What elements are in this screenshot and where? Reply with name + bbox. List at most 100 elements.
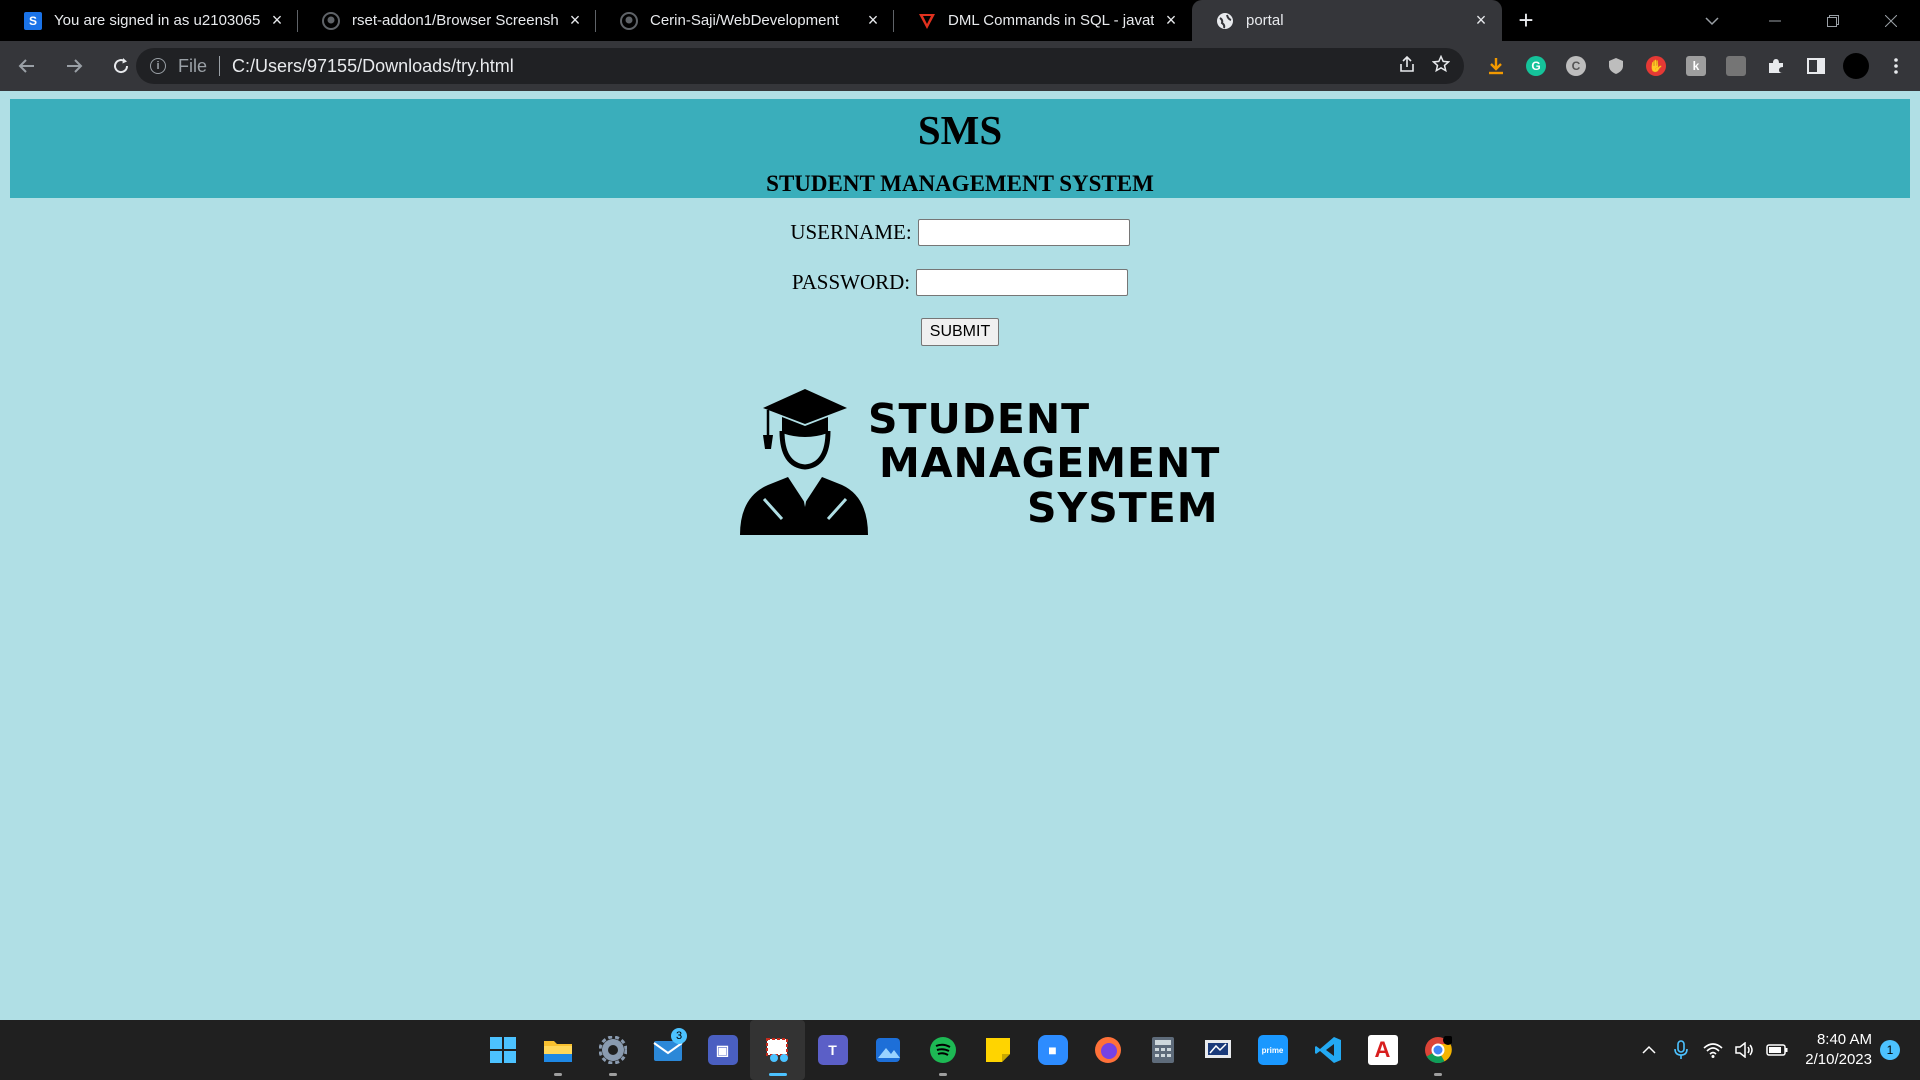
puzzle-extensions-icon[interactable] <box>1756 46 1796 86</box>
extensions-bar: G C ✋ k <box>1476 41 1916 91</box>
spotify-icon[interactable] <box>915 1020 970 1080</box>
github-icon <box>620 11 638 30</box>
sms-logo: STUDENT MANAGEMENT SYSTEM <box>738 387 1219 537</box>
username-row: USERNAME: <box>0 217 1920 247</box>
taskbar-clock[interactable]: 8:40 AM 2/10/2023 <box>1805 1030 1872 1070</box>
prime-video-icon[interactable]: prime <box>1245 1020 1300 1080</box>
sticky-notes-icon[interactable] <box>970 1020 1025 1080</box>
file-explorer-icon[interactable] <box>530 1020 585 1080</box>
running-indicator <box>608 1073 617 1076</box>
more-menu-icon[interactable] <box>1876 46 1916 86</box>
password-input[interactable] <box>916 268 1129 296</box>
store-icon[interactable]: ▣ <box>695 1020 750 1080</box>
firefox-icon[interactable] <box>1080 1020 1135 1080</box>
graduate-icon <box>740 389 868 535</box>
zoom-icon[interactable]: ■ <box>1025 1020 1080 1080</box>
settings-gear-icon[interactable] <box>585 1020 640 1080</box>
close-window-button[interactable] <box>1862 0 1920 41</box>
tab-search-chevron-icon[interactable] <box>1692 0 1732 41</box>
omnibox-divider <box>219 56 221 76</box>
tab-dml-commands[interactable]: DML Commands in SQL - javatpoint × <box>894 0 1192 41</box>
tab-title: Cerin-Saji/WebDevelopment <box>650 12 839 29</box>
tab-rset-addon[interactable]: rset-addon1/Browser Screenshot × <box>298 0 596 41</box>
system-tray: 8:40 AM 2/10/2023 1 <box>1633 1020 1920 1080</box>
close-icon[interactable]: × <box>1162 10 1180 30</box>
snipping-tool-icon[interactable] <box>750 1020 805 1080</box>
chrome-icon[interactable] <box>1410 1020 1465 1080</box>
vscode-icon[interactable] <box>1300 1020 1355 1080</box>
running-indicator <box>1433 1073 1442 1076</box>
close-icon[interactable]: × <box>566 10 584 30</box>
side-panel-icon[interactable] <box>1796 46 1836 86</box>
tab-title: DML Commands in SQL - javatpoint <box>948 12 1154 29</box>
shield-icon[interactable] <box>1596 46 1636 86</box>
acrobat-icon[interactable]: A <box>1355 1020 1410 1080</box>
logo-text-line2: MANAGEMENT <box>879 439 1221 487</box>
mail-icon[interactable]: 3 <box>640 1020 695 1080</box>
running-indicator <box>938 1073 947 1076</box>
submit-row: SUBMIT <box>0 317 1920 347</box>
back-arrow-icon[interactable] <box>7 46 47 86</box>
restore-button[interactable] <box>1804 0 1862 41</box>
share-icon[interactable] <box>1398 55 1416 78</box>
username-input[interactable] <box>917 218 1130 246</box>
grammarly-icon[interactable]: G <box>1516 46 1556 86</box>
password-row: PASSWORD: <box>0 267 1920 297</box>
new-tab-button[interactable]: + <box>1508 0 1544 41</box>
tab-portal[interactable]: portal × <box>1192 0 1502 41</box>
bookmark-star-icon[interactable] <box>1431 54 1451 78</box>
extension-gray-icon[interactable]: k <box>1676 46 1716 86</box>
download-icon[interactable] <box>1476 46 1516 86</box>
submit-button[interactable]: SUBMIT <box>920 318 1000 346</box>
notification-badge[interactable]: 1 <box>1880 1040 1900 1060</box>
reload-icon[interactable] <box>101 46 141 86</box>
logo-text-line3: SYSTEM <box>1027 484 1219 532</box>
microphone-icon[interactable] <box>1665 1034 1697 1066</box>
extension-circle-icon[interactable]: C <box>1556 46 1596 86</box>
username-label: USERNAME: <box>790 219 912 244</box>
remote-desktop-icon[interactable] <box>1190 1020 1245 1080</box>
prime-video-glyph: prime <box>1257 1035 1288 1065</box>
hand-stop-icon[interactable]: ✋ <box>1636 46 1676 86</box>
address-bar[interactable]: i File C:/Users/97155/Downloads/try.html <box>136 48 1464 84</box>
minimize-button[interactable] <box>1746 0 1804 41</box>
volume-icon[interactable] <box>1729 1034 1761 1066</box>
profile-avatar[interactable] <box>1836 46 1876 86</box>
browser-tabstrip: S You are signed in as u2103065 × rset-a… <box>0 0 1920 41</box>
wifi-icon[interactable] <box>1697 1034 1729 1066</box>
github-icon <box>322 11 340 30</box>
clock-date: 2/10/2023 <box>1805 1051 1872 1068</box>
start-button[interactable] <box>475 1020 530 1080</box>
javatpoint-icon <box>918 12 936 30</box>
url-text[interactable]: C:/Users/97155/Downloads/try.html <box>232 56 514 77</box>
info-icon[interactable]: i <box>150 58 166 74</box>
login-form: USERNAME: PASSWORD: SUBMIT <box>0 217 1920 367</box>
taskbar-apps: 3 ▣ T ■ prime A <box>475 1020 1465 1080</box>
teams-icon[interactable]: T <box>805 1020 860 1080</box>
acrobat-glyph: A <box>1367 1035 1398 1065</box>
window-controls <box>1746 0 1920 41</box>
url-scheme: File <box>178 55 208 76</box>
page-header: SMS STUDENT MANAGEMENT SYSTEM <box>10 99 1910 198</box>
s-favicon-icon: S <box>24 11 42 30</box>
extension-square-icon[interactable] <box>1716 46 1756 86</box>
photos-icon[interactable] <box>860 1020 915 1080</box>
running-indicator <box>553 1073 562 1076</box>
mail-badge: 3 <box>671 1028 687 1044</box>
teams-glyph: T <box>817 1035 848 1065</box>
chevron-up-icon[interactable] <box>1633 1034 1665 1066</box>
tab-signed-in[interactable]: S You are signed in as u2103065 × <box>0 0 298 41</box>
calculator-icon[interactable] <box>1135 1020 1190 1080</box>
store-glyph: ▣ <box>707 1035 738 1065</box>
clock-time: 8:40 AM <box>1816 1031 1872 1048</box>
page-subtitle: STUDENT MANAGEMENT SYSTEM <box>766 171 1154 196</box>
battery-icon[interactable] <box>1761 1034 1793 1066</box>
close-icon[interactable]: × <box>268 10 286 30</box>
forward-arrow-icon[interactable] <box>54 46 94 86</box>
running-indicator <box>768 1073 787 1076</box>
close-icon[interactable]: × <box>1472 10 1490 30</box>
close-icon[interactable]: × <box>864 10 882 30</box>
browser-toolbar: i File C:/Users/97155/Downloads/try.html… <box>0 41 1920 91</box>
page-content: SMS STUDENT MANAGEMENT SYSTEM USERNAME: … <box>0 91 1920 1020</box>
tab-webdevelopment[interactable]: Cerin-Saji/WebDevelopment × <box>596 0 894 41</box>
